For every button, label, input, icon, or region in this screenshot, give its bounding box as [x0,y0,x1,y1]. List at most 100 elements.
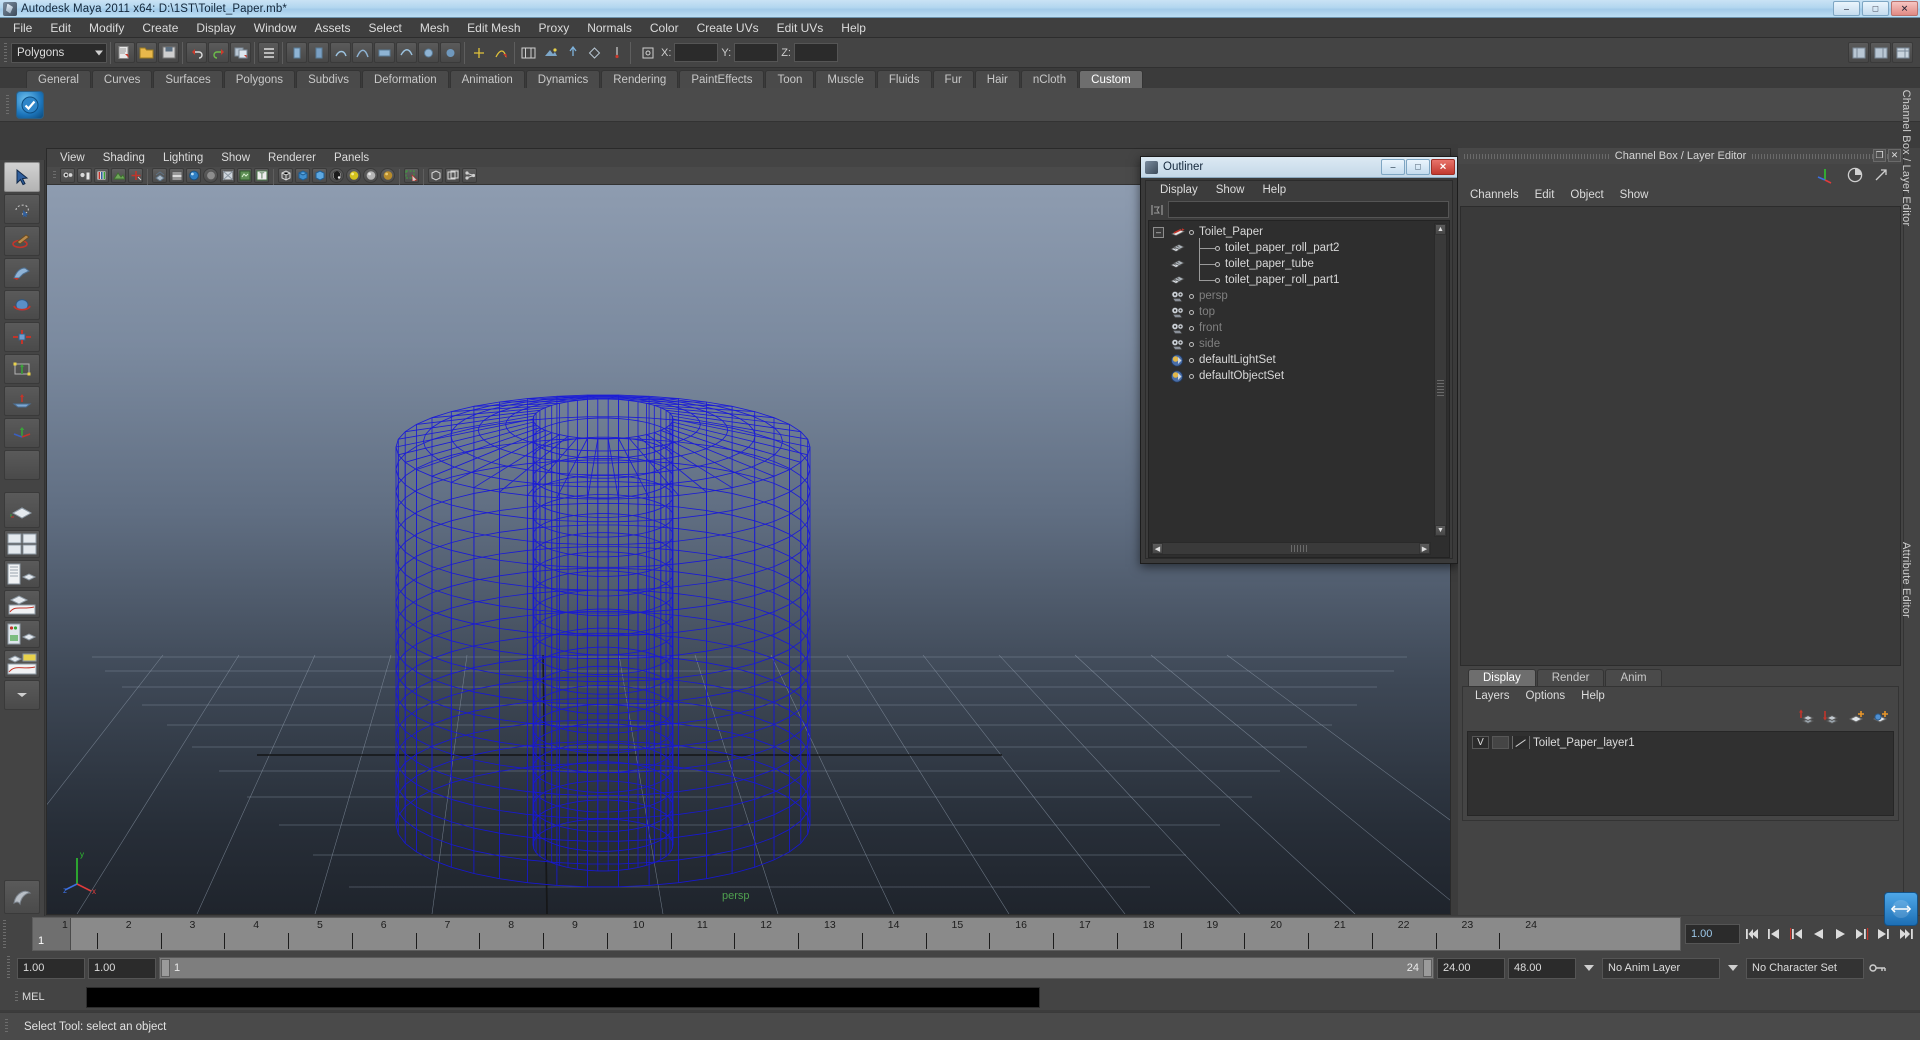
outliner-menu-display[interactable]: Display [1152,183,1206,197]
command-line-grip[interactable] [12,987,22,1007]
select-dynamics-button[interactable] [418,42,439,63]
persp-trax-layout-button[interactable] [4,650,40,678]
layer-playback-toggle[interactable] [1492,736,1509,749]
menu-item-select[interactable]: Select [359,19,410,37]
character-set-chevron-icon[interactable] [1728,965,1738,971]
outliner-tree[interactable]: – Toilet_Paper toilet_paper_roll_part2 toil… [1148,220,1450,558]
menu-item-mesh[interactable]: Mesh [411,19,458,37]
shelf-tab-toon[interactable]: Toon [765,70,815,88]
exposure-icon[interactable] [462,168,477,183]
channel-box-menu-channels[interactable]: Channels [1462,188,1527,202]
play-backwards-icon[interactable] [1808,924,1828,944]
outliner-item[interactable]: toilet_paper_roll_part2 [1149,238,1449,256]
xray-icon[interactable] [220,168,235,183]
smooth-shade-textured-icon[interactable] [312,168,327,183]
move-tool-button[interactable] [4,258,40,288]
snap-to-grid-button[interactable] [468,42,489,63]
layer-editor-tab-display[interactable]: Display [1468,669,1536,686]
shelf-tab-animation[interactable]: Animation [449,70,525,88]
snap-to-curve-button[interactable] [490,42,511,63]
select-tool-button[interactable] [4,162,40,192]
resolution-gate-icon[interactable] [186,168,201,183]
universal-manipulator-button[interactable] [4,354,40,384]
x-input[interactable] [674,43,719,62]
axis-manipulator-icon[interactable] [1817,166,1837,184]
shadows-icon[interactable] [380,168,395,183]
shelf-tab-muscle[interactable]: Muscle [815,70,876,88]
select-by-component-type-button[interactable] [308,42,329,63]
arrow-expand-icon[interactable] [1873,167,1889,183]
shelf-tab-fur[interactable]: Fur [932,70,974,88]
range-start-time-field[interactable]: 1.00 [88,957,156,979]
outliner-item[interactable]: toilet_paper_tube [1149,254,1449,272]
pie-toggle-icon[interactable] [1847,167,1863,183]
viewport-menu-panels[interactable]: Panels [325,151,378,165]
default-light-icon[interactable] [363,168,378,183]
soft-modification-tool-button[interactable] [4,386,40,416]
maya-help-logo-icon[interactable] [4,880,40,914]
redo-button[interactable] [208,42,229,63]
hardware-texturing-icon[interactable] [329,168,344,183]
outliner-menu-help[interactable]: Help [1255,183,1295,197]
range-end-time-field[interactable]: 24.00 [1437,957,1505,979]
select-camera-icon[interactable] [60,168,75,183]
save-scene-button[interactable] [158,42,179,63]
wireframe-icon[interactable] [278,168,293,183]
move-layer-up-icon[interactable] [1799,709,1816,724]
scroll-down-arrow-icon[interactable]: ▼ [1435,525,1446,536]
outliner-maximize-button[interactable]: □ [1406,159,1430,175]
four-view-layout-button[interactable] [4,530,40,558]
text-icon[interactable]: T [254,168,269,183]
outliner-persp-layout-button[interactable] [4,560,40,588]
anim-layer-selector[interactable]: No Anim Layer [1602,957,1720,979]
menu-item-color[interactable]: Color [641,19,688,37]
scroll-thumb-grip[interactable] [1437,380,1444,398]
time-slider-grip[interactable] [0,916,10,952]
shelf-tab-dynamics[interactable]: Dynamics [525,70,601,88]
step-forward-frame-icon[interactable] [1852,924,1872,944]
image-plane-icon[interactable] [111,168,126,183]
construction-history-button[interactable] [518,42,539,63]
viewport-toolbar-grip[interactable] [50,167,58,184]
lasso-select-tool-button[interactable] [4,194,40,224]
select-deformations-button[interactable] [396,42,417,63]
select-surfaces-button[interactable] [374,42,395,63]
menu-item-proxy[interactable]: Proxy [530,19,579,37]
shelf-tab-rendering[interactable]: Rendering [601,70,679,88]
display-layer-list[interactable]: V Toilet_Paper_layer1 [1467,731,1894,816]
select-by-object-type-button[interactable] [286,42,307,63]
new-scene-button[interactable] [114,42,135,63]
channel-box-content[interactable] [1460,206,1901,666]
select-by-hierarchy-button[interactable] [258,42,279,63]
ipr-render-button[interactable] [562,42,583,63]
smooth-shade-all-icon[interactable] [295,168,310,183]
shelf-tab-painteffects[interactable]: PaintEffects [679,70,765,88]
viewport-menu-show[interactable]: Show [212,151,259,165]
outliner-item[interactable]: defaultObjectSet [1149,368,1449,384]
outliner-menu-show[interactable]: Show [1208,183,1253,197]
animation-end-time-field[interactable]: 48.00 [1508,957,1576,979]
paint-selection-tool-button[interactable] [4,226,40,256]
shelf-checkmark-button[interactable] [16,90,44,119]
menu-item-edit[interactable]: Edit [41,19,80,37]
step-back-keyframe-icon[interactable] [1764,924,1784,944]
two-d-pan-zoom-icon[interactable] [128,168,143,183]
step-back-frame-icon[interactable] [1786,924,1806,944]
menu-item-assets[interactable]: Assets [305,19,359,37]
shelf-tab-general[interactable]: General [26,70,91,88]
isolate-select-icon[interactable] [404,168,419,183]
scroll-left-arrow-icon[interactable]: ◀ [1152,543,1163,554]
outliner-item[interactable]: – Toilet_Paper [1149,224,1449,240]
scroll-thumb-grip-h[interactable] [1291,545,1309,552]
go-to-end-icon[interactable] [1896,924,1916,944]
texture-icon[interactable] [237,168,252,183]
layer-menu-layers[interactable]: Layers [1467,689,1518,703]
range-slider-grip[interactable] [4,952,14,984]
persp-graph-layout-button[interactable] [4,590,40,618]
input-mode-icon[interactable] [637,42,658,63]
new-layer-icon[interactable] [1847,709,1864,724]
select-handles-button[interactable] [330,42,351,63]
minimize-button[interactable]: – [1833,1,1860,16]
help-line-toggle-icon[interactable] [1884,892,1918,926]
menu-item-modify[interactable]: Modify [80,19,133,37]
